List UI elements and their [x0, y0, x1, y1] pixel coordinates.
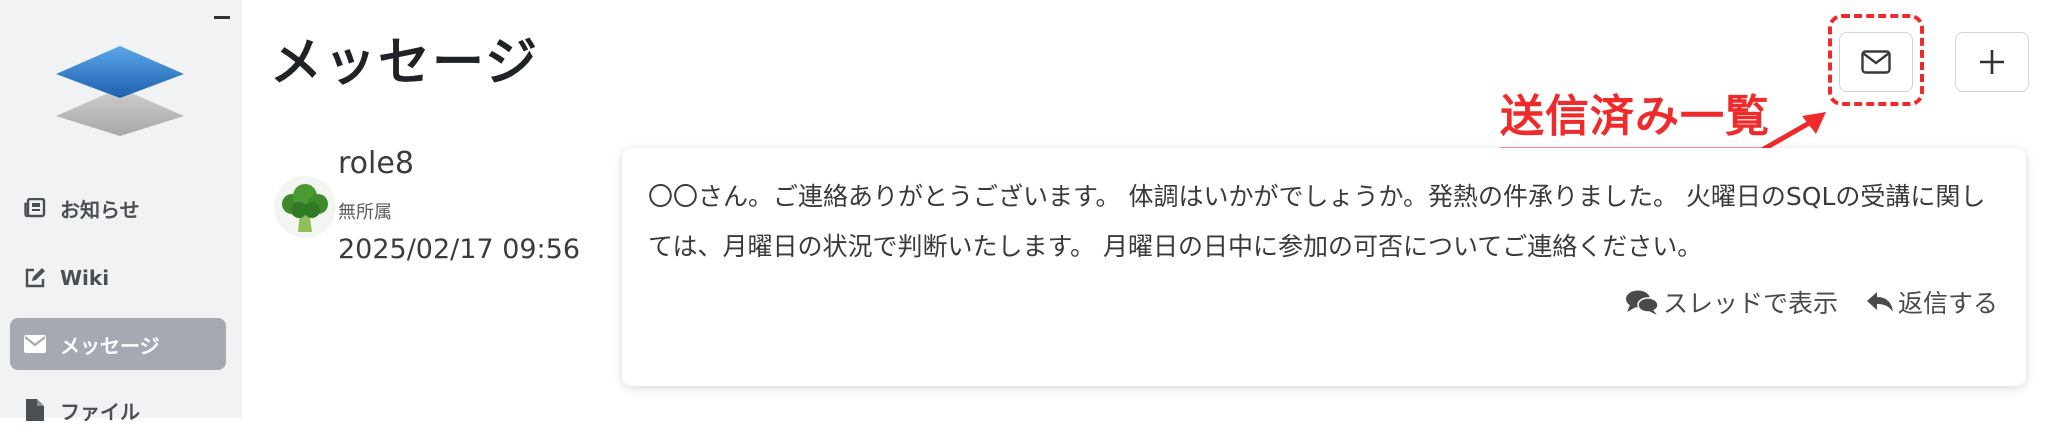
sidebar-collapse-button[interactable] — [212, 6, 232, 28]
sidebar: お知らせ Wiki メッセージ ファイル — [0, 0, 242, 424]
envelope-icon — [22, 331, 48, 357]
sidebar-item-wiki[interactable]: Wiki — [10, 252, 226, 304]
message-body: 〇〇さん。ご連絡ありがとうございます。 体調はいかがでしょうか。発熱の件承りまし… — [648, 182, 1986, 261]
edit-icon — [22, 265, 48, 291]
new-message-button[interactable] — [1955, 32, 2029, 92]
reply-label: 返信する — [1897, 289, 1998, 318]
reply-button[interactable]: 返信する — [1866, 284, 1998, 320]
sidebar-item-files[interactable]: ファイル — [10, 384, 226, 436]
message-actions: スレッドで表示 返信する — [1625, 284, 1998, 320]
newspaper-icon — [22, 195, 48, 221]
sidebar-item-news[interactable]: お知らせ — [10, 182, 226, 234]
sidebar-item-messages[interactable]: メッセージ — [10, 318, 226, 370]
message-timestamp: 2025/02/17 09:56 — [338, 234, 581, 265]
avatar — [274, 176, 336, 238]
sender-organization: 無所属 — [338, 202, 392, 223]
comments-icon — [1625, 290, 1659, 315]
file-icon — [22, 397, 48, 423]
sidebar-item-label: メッセージ — [60, 333, 160, 358]
reply-icon — [1866, 292, 1893, 312]
page-title: メッセージ — [270, 33, 539, 93]
app-logo — [56, 46, 184, 136]
sidebar-item-label: お知らせ — [60, 197, 140, 222]
view-thread-button[interactable]: スレッドで表示 — [1625, 284, 1838, 320]
message-card: 〇〇さん。ご連絡ありがとうございます。 体調はいかがでしょうか。発熱の件承りまし… — [622, 148, 2026, 386]
sidebar-item-label: ファイル — [60, 399, 140, 424]
plus-icon — [1980, 50, 2004, 74]
view-thread-label: スレッドで表示 — [1662, 289, 1838, 318]
sender-name: role8 — [338, 146, 414, 181]
annotation-highlight-box — [1828, 14, 1924, 106]
sidebar-item-label: Wiki — [60, 266, 110, 290]
